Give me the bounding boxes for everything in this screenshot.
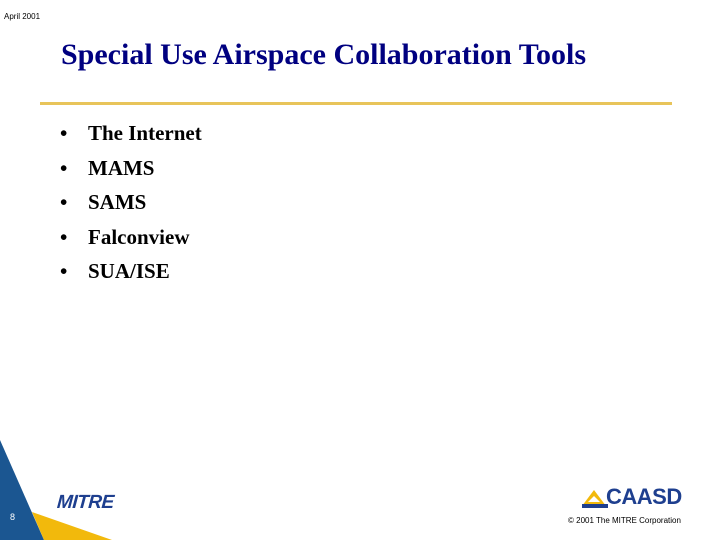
copyright-notice: © 2001 The MITRE Corporation	[568, 516, 681, 525]
caasd-mountain-icon	[582, 490, 608, 508]
corner-blue-triangle	[0, 440, 44, 540]
corner-decoration	[0, 440, 112, 540]
corner-yellow-triangle	[32, 512, 112, 540]
caasd-logo-text: CAASD	[606, 484, 682, 509]
mitre-logo: MITRE	[56, 492, 115, 513]
caasd-logo: CAASD	[582, 486, 682, 508]
page-number: 8	[10, 512, 16, 522]
